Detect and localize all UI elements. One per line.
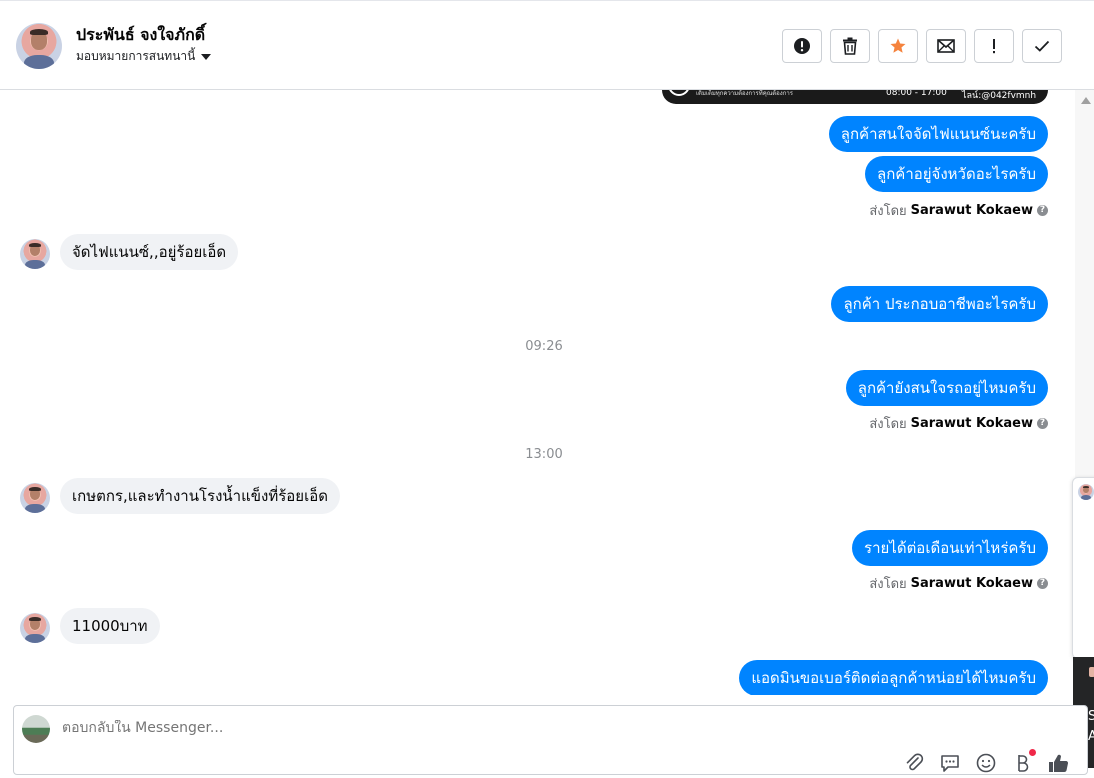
brand-logo-icon [668,90,690,96]
sent-by-label: ส่งโดย Sarawut Kokaew ? [869,200,1048,221]
payment-button[interactable] [1011,749,1036,774]
sender-name: Sarawut Kokaew [910,416,1033,431]
like-button[interactable] [1047,752,1069,774]
reply-input[interactable] [62,720,762,736]
caret-down-icon [201,53,212,60]
alert-circle-icon [794,38,810,54]
outgoing-message[interactable]: รายได้ต่อเดือนเท่าไหร่ครับ [852,530,1048,566]
outgoing-message[interactable]: ลูกค้าสนใจจัดไฟแนนซ์นะครับ [828,116,1048,152]
contact-avatar-small [20,483,50,513]
assign-conversation-dropdown[interactable]: มอบหมายการสนทนานี้ [76,47,212,66]
side-chat-panel[interactable] [1072,477,1094,659]
conversation-toolbar [782,29,1062,63]
saved-reply-icon [941,755,959,772]
side-panel-text: S [1088,709,1094,724]
help-icon[interactable]: ? [1037,205,1048,216]
image-line-id: ไลน์:@042fvmnh [962,91,1037,101]
important-button[interactable] [974,29,1014,63]
emoji-button[interactable] [975,752,997,774]
sent-by-prefix: ส่งโดย [869,577,907,592]
image-attachment[interactable]: เติมเต็มทุกความต้องการที่คุณต้องการ 08:0… [662,90,1048,104]
help-icon[interactable]: ? [1037,578,1048,589]
incoming-message[interactable]: จัดไฟแนนซ์,,อยู่ร้อยเอ็ด [60,234,239,270]
calendar-icon [1089,667,1094,677]
side-panel-text: A [1088,729,1094,744]
image-caption: เติมเต็มทุกความต้องการที่คุณต้องการ [696,90,793,97]
envelope-icon [937,39,955,53]
delete-button[interactable] [830,29,870,63]
notification-dot [1029,749,1036,756]
attach-button[interactable] [903,752,925,774]
star-icon [890,38,906,53]
sent-by-label: ส่งโดย Sarawut Kokaew ? [869,573,1048,594]
trash-icon [843,37,857,55]
incoming-message[interactable]: 11000บาท [60,608,160,644]
side-panel-avatar[interactable] [1078,484,1094,500]
sent-by-prefix: ส่งโดย [869,417,907,432]
emoji-icon [976,753,996,773]
conversation-header: ประพันธ์ จงใจภักดิ์ มอบหมายการสนทนานี้ [0,0,1094,90]
sent-by-prefix: ส่งโดย [869,204,907,219]
message-thread[interactable]: เติมเต็มทุกความต้องการที่คุณต้องการ 08:0… [0,90,1075,695]
check-icon [1034,40,1050,52]
follow-up-star-button[interactable] [878,29,918,63]
sender-name: Sarawut Kokaew [910,203,1033,218]
incoming-message[interactable]: เกษตกร,และทำงานโรงน้ำแข็งที่ร้อยเอ็ด [60,478,340,514]
help-icon[interactable]: ? [1037,418,1048,429]
contact-avatar[interactable] [16,23,62,69]
scroll-up-arrow-icon[interactable] [1081,97,1091,104]
outgoing-message[interactable]: ลูกค้าอยู่จังหวัดอะไรครับ [865,156,1048,192]
saved-replies-button[interactable] [939,752,961,774]
contact-name[interactable]: ประพันธ์ จงใจภักดิ์ [76,23,205,48]
message-composer [13,705,1088,775]
mark-unread-button[interactable] [926,29,966,63]
message-timestamp: 13:00 [525,447,563,462]
page-avatar [22,715,50,743]
image-hours: 08:00 - 17:00 [886,90,947,98]
exclamation-icon [993,39,995,54]
sent-by-label: ส่งโดย Sarawut Kokaew ? [869,413,1048,434]
like-icon [1049,754,1069,773]
assign-label: มอบหมายการสนทนานี้ [76,49,196,63]
outgoing-message[interactable]: ลูกค้ายังสนใจรถอยู่ไหมครับ [845,370,1048,406]
contact-avatar-small [20,239,50,269]
mark-spam-button[interactable] [782,29,822,63]
composer-tools [903,749,1069,774]
message-timestamp: 09:26 [525,339,563,354]
contact-avatar-small [20,613,50,643]
outgoing-message[interactable]: แอดมินขอเบอร์ติดต่อลูกค้าหน่อยได้ไหมครับ [739,660,1048,695]
mark-done-button[interactable] [1022,29,1062,63]
outgoing-message[interactable]: ลูกค้า ประกอบอาชีพอะไรครับ [831,286,1048,322]
sender-name: Sarawut Kokaew [910,576,1033,591]
paperclip-icon [906,753,924,771]
